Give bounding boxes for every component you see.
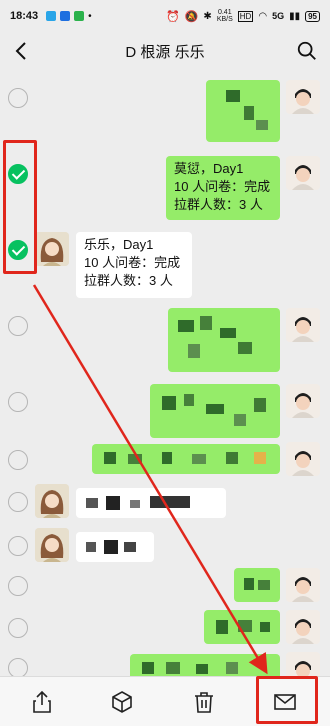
avatar[interactable] — [286, 442, 320, 476]
cube-icon[interactable] — [109, 689, 135, 715]
woman-avatar-icon — [35, 528, 69, 562]
select-checkbox[interactable] — [8, 536, 28, 556]
avatar[interactable] — [286, 610, 320, 644]
message-bubble[interactable] — [76, 488, 226, 518]
select-checkbox[interactable] — [8, 658, 28, 676]
man-avatar-icon — [286, 308, 320, 342]
avatar[interactable] — [286, 652, 320, 676]
avatar[interactable] — [286, 568, 320, 602]
man-avatar-icon — [286, 80, 320, 114]
avatar[interactable] — [35, 232, 69, 266]
select-checkbox[interactable] — [8, 492, 28, 512]
more-notifications-icon: • — [88, 10, 92, 22]
message-text: 拉群人数：3 人 — [174, 197, 263, 212]
select-checkbox[interactable] — [8, 88, 28, 108]
message-text: 拉群人数：3 人 — [84, 273, 173, 288]
select-checkbox[interactable] — [8, 618, 28, 638]
message-bubble[interactable] — [130, 654, 280, 676]
avatar[interactable] — [35, 484, 69, 518]
app-notification-icon — [46, 11, 57, 21]
status-bar: 18:43 • ⏰ 🔕 ✱ 0.41 KB/S HD ◠ 5G ▮▮ 95 — [0, 0, 330, 32]
man-avatar-icon — [286, 652, 320, 676]
phone-notification-icon — [60, 11, 71, 21]
message-text: 莫愆，Day1 — [174, 161, 244, 176]
avatar[interactable] — [286, 80, 320, 114]
message-bubble[interactable] — [150, 384, 280, 438]
message-bubble[interactable]: 乐乐，Day1 10 人问卷：完成 拉群人数：3 人 — [76, 232, 192, 298]
man-avatar-icon — [286, 568, 320, 602]
avatar[interactable] — [286, 308, 320, 342]
woman-avatar-icon — [35, 484, 69, 518]
bluetooth-icon: ✱ — [203, 10, 212, 22]
message-list[interactable]: 莫愆，Day1 10 人问卷：完成 拉群人数：3 人 乐乐，Day1 10 人问… — [0, 70, 330, 676]
avatar[interactable] — [35, 528, 69, 562]
select-checkbox[interactable] — [8, 576, 28, 596]
man-avatar-icon — [286, 156, 320, 190]
message-bubble[interactable] — [92, 444, 280, 474]
message-bubble[interactable] — [206, 80, 280, 142]
share-icon[interactable] — [29, 689, 55, 715]
message-text: 10 人问卷：完成 — [84, 255, 181, 270]
chat-title: D 根源 乐乐 — [125, 43, 205, 61]
network-label: 5G — [272, 11, 285, 21]
trash-icon[interactable] — [191, 689, 217, 715]
message-text: 乐乐，Day1 — [84, 237, 154, 252]
alarm-icon: ⏰ — [166, 10, 180, 23]
message-bubble[interactable] — [168, 308, 280, 372]
message-text: 10 人问卷：完成 — [174, 179, 271, 194]
chat-header: D 根源 乐乐 — [0, 32, 330, 70]
select-checkbox[interactable] — [8, 316, 28, 336]
avatar[interactable] — [286, 384, 320, 418]
man-avatar-icon — [286, 442, 320, 476]
message-bubble[interactable]: 莫愆，Day1 10 人问卷：完成 拉群人数：3 人 — [166, 156, 280, 220]
annotation-box-checkboxes — [3, 140, 37, 274]
select-checkbox[interactable] — [8, 450, 28, 470]
hd-icon: HD — [237, 10, 254, 22]
mute-icon: 🔕 — [184, 10, 199, 23]
search-icon[interactable] — [296, 40, 318, 62]
message-bubble[interactable] — [76, 532, 154, 562]
message-bubble[interactable] — [234, 568, 280, 602]
message-notification-icon — [74, 11, 85, 21]
man-avatar-icon — [286, 610, 320, 644]
battery-indicator: 95 — [305, 10, 320, 22]
network-speed: 0.41 KB/S — [216, 9, 233, 23]
man-avatar-icon — [286, 384, 320, 418]
signal-icon: ▮▮ — [289, 10, 301, 22]
message-bubble[interactable] — [204, 610, 280, 644]
avatar[interactable] — [286, 156, 320, 190]
chevron-left-icon[interactable] — [10, 39, 34, 63]
status-time: 18:43 — [10, 10, 39, 22]
wifi-icon: ◠ — [258, 10, 268, 22]
annotation-box-mail — [256, 676, 318, 724]
woman-avatar-icon — [35, 232, 69, 266]
select-checkbox[interactable] — [8, 392, 28, 412]
